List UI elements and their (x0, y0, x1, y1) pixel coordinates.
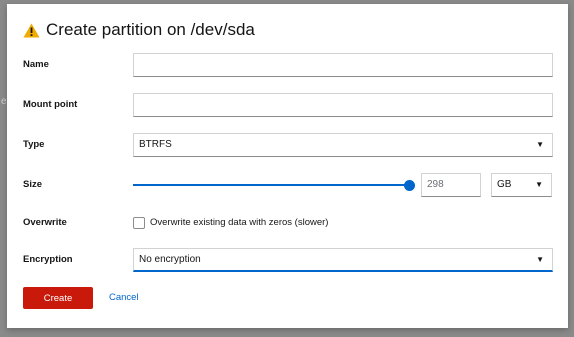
cancel-button[interactable]: Cancel (101, 287, 147, 309)
name-row: Name (23, 53, 553, 77)
type-label: Type (23, 139, 45, 150)
dialog-title: Create partition on /dev/sda (46, 20, 255, 39)
type-selected-value: BTRFS (139, 139, 172, 150)
dialog-header: Create partition on /dev/sda (23, 18, 255, 42)
caret-down-icon: ▼ (536, 255, 544, 264)
backdrop-text-fragment: e (1, 96, 7, 107)
caret-down-icon: ▼ (536, 140, 544, 149)
overwrite-checkbox[interactable] (133, 217, 145, 229)
encryption-row: Encryption No encryption ▼ (23, 248, 553, 272)
overwrite-label: Overwrite (23, 217, 67, 228)
size-unit-value: GB (497, 179, 512, 190)
overwrite-checkbox-label[interactable]: Overwrite existing data with zeros (slow… (150, 211, 328, 235)
name-label: Name (23, 59, 49, 70)
size-unit-select[interactable]: GB ▼ (491, 173, 552, 197)
size-label: Size (23, 179, 43, 190)
encryption-selected-value: No encryption (139, 254, 201, 265)
size-slider-handle[interactable] (404, 180, 415, 191)
mount-point-label: Mount point (23, 99, 78, 110)
type-row: Type BTRFS ▼ (23, 133, 553, 157)
mount-point-row: Mount point (23, 93, 553, 117)
create-partition-dialog: Create partition on /dev/sda Name Mount … (7, 4, 568, 328)
size-slider-track[interactable] (133, 184, 409, 186)
type-select[interactable]: BTRFS ▼ (133, 133, 553, 157)
size-row: Size 298 GB ▼ (23, 173, 553, 197)
mount-point-input[interactable] (133, 93, 553, 117)
caret-down-icon: ▼ (535, 180, 543, 189)
overwrite-row: Overwrite Overwrite existing data with z… (23, 211, 553, 235)
encryption-select[interactable]: No encryption ▼ (133, 248, 553, 272)
encryption-label: Encryption (23, 254, 73, 265)
size-input[interactable]: 298 (421, 173, 481, 197)
name-input[interactable] (133, 53, 553, 77)
warning-icon (23, 23, 40, 38)
create-button[interactable]: Create (23, 287, 93, 309)
